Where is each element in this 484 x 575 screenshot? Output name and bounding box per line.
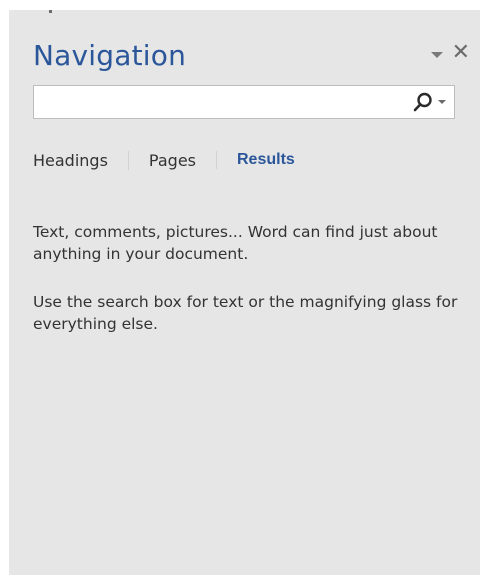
tab-pages[interactable]: Pages bbox=[127, 150, 216, 170]
close-icon[interactable]: ✕ bbox=[452, 42, 470, 64]
results-hint-text: Text, comments, pictures... Word can fin… bbox=[33, 223, 438, 263]
tab-headings[interactable]: Headings bbox=[33, 151, 128, 170]
navigation-pane: Navigation ✕ Headings Pages Results Text… bbox=[9, 10, 480, 575]
navigation-tabs: Headings Pages Results bbox=[33, 146, 315, 174]
magnifier-icon[interactable] bbox=[412, 91, 434, 113]
chevron-down-icon[interactable] bbox=[438, 100, 446, 104]
pane-actions: ✕ bbox=[430, 42, 470, 64]
search-hint-text: Use the search box for text or the magni… bbox=[33, 293, 458, 333]
pane-title: Navigation bbox=[33, 39, 187, 72]
pane-options-dropdown-icon[interactable] bbox=[430, 51, 443, 58]
search-box bbox=[33, 85, 455, 119]
divider-mark bbox=[49, 10, 52, 13]
search-input[interactable] bbox=[34, 86, 412, 118]
tab-results[interactable]: Results bbox=[216, 151, 315, 169]
